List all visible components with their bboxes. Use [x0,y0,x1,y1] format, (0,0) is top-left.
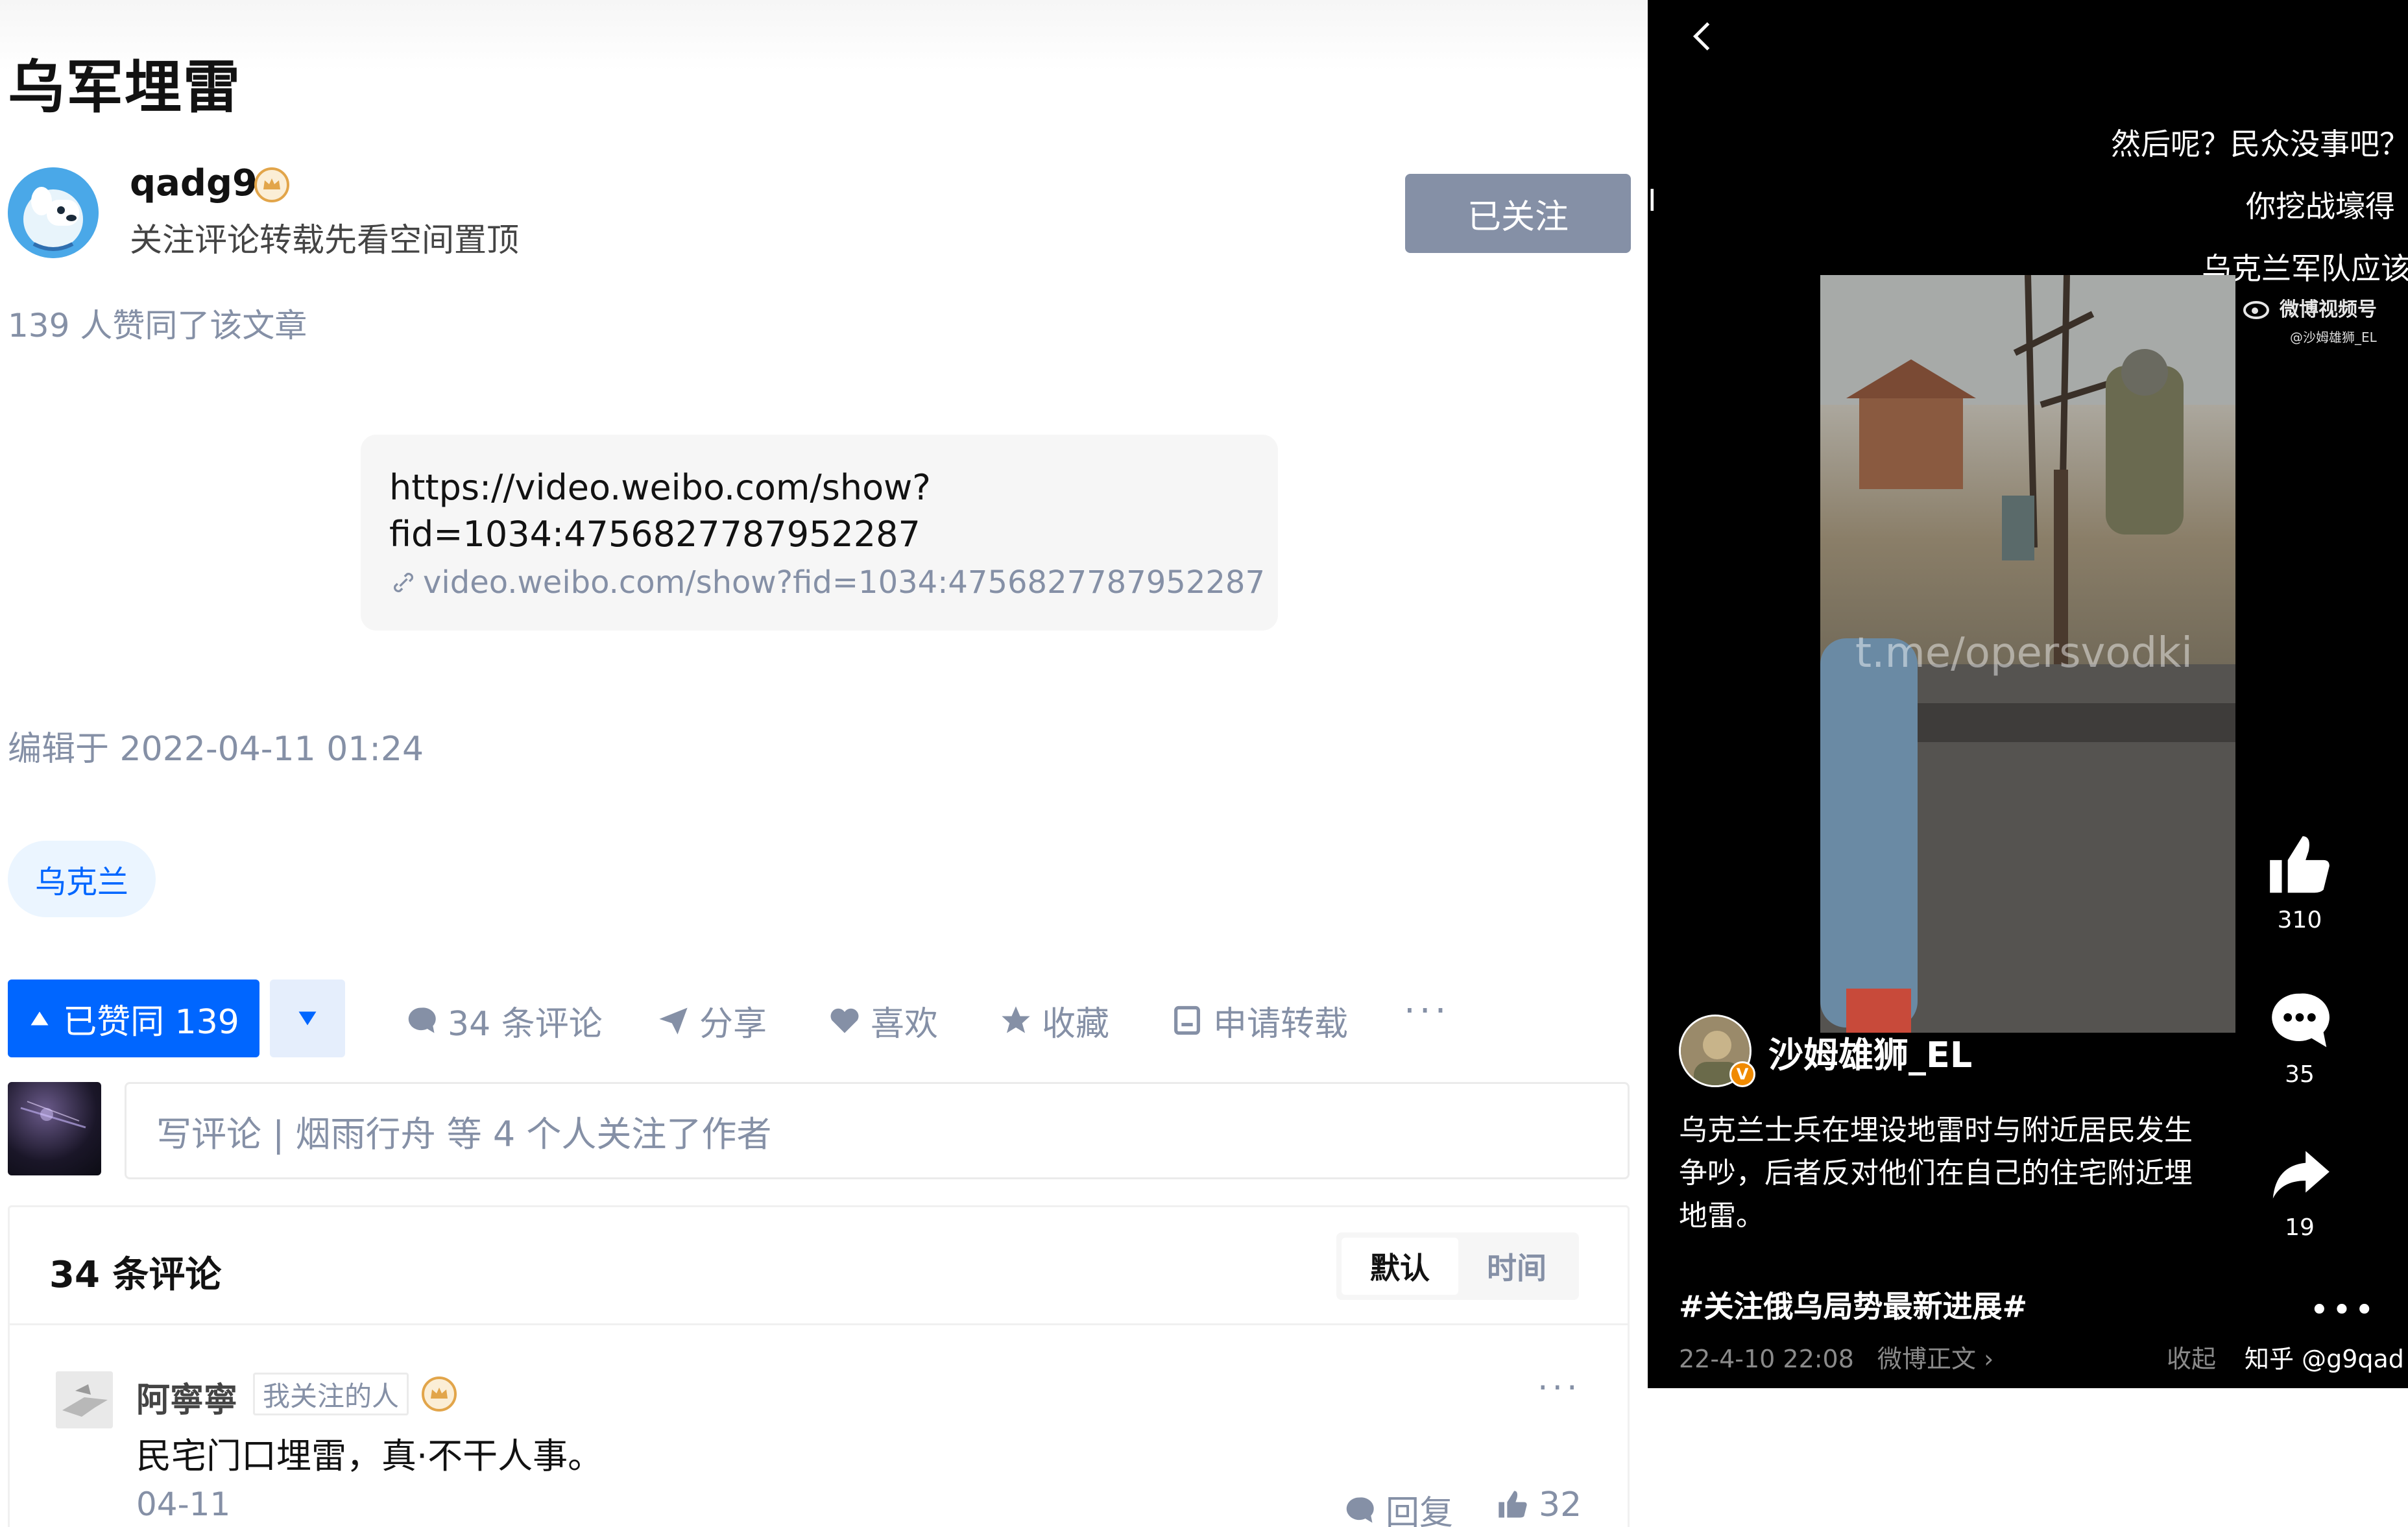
document-icon [1174,1005,1200,1035]
like-rail-count: 310 [2277,907,2322,933]
author-name[interactable]: qadg9 [130,162,258,204]
upvote-label: 已赞同 139 [63,1002,239,1042]
like-action[interactable]: 喜欢 [828,999,939,1044]
comment-input[interactable]: 写评论 | 烟雨行舟 等 4 个人关注了作者 [125,1082,1630,1179]
comment-input-placeholder: 写评论 | 烟雨行舟 等 4 个人关注了作者 [156,1113,772,1155]
comment-date: 04-11 [136,1485,231,1523]
weibo-video-watermark: 微博视频号 [2242,293,2377,322]
share-action[interactable]: 分享 [656,999,767,1044]
collect-action[interactable]: 收藏 [999,999,1110,1044]
comment-rail-count: 35 [2285,1061,2315,1088]
comment-more-button[interactable]: ··· [1537,1369,1582,1408]
back-button[interactable] [1684,17,1723,58]
crown-badge-icon [422,1377,457,1412]
share-rail-count: 19 [2285,1214,2315,1241]
downvote-button[interactable] [270,980,345,1057]
collect-action-label: 收藏 [1042,1004,1110,1044]
comment-text: 民宅门口埋雷，真·不干人事。 [136,1436,603,1476]
comment-author-name[interactable]: 阿寧寧 [136,1373,237,1421]
link-card-line1: https://video.weibo.com/show? [389,467,931,508]
comment-sort-tabs: 默认 时间 [1336,1232,1579,1300]
more-actions-button[interactable]: ··· [1404,990,1450,1032]
comment-like-count: 32 [1539,1485,1582,1524]
video-meta: 22-4-10 22:08 微博正文 › [1679,1339,1993,1375]
share-action-label: 分享 [699,1004,767,1044]
sort-default-tab[interactable]: 默认 [1342,1238,1458,1295]
watermark-text: 微博视频号 [2280,298,2377,321]
poster-name[interactable]: 沙姆雄狮_EL [1768,1026,1972,1077]
article-title: 乌军埋雷 [8,54,242,121]
link-icon [394,573,413,592]
topic-tag[interactable]: 乌克兰 [8,841,156,917]
source-link[interactable]: 微博正文 › [1877,1345,1993,1373]
stray-mark: I [1648,183,1657,218]
like-summary: 139 人赞同了该文章 [8,307,307,344]
sort-time-tab[interactable]: 时间 [1458,1238,1575,1295]
follow-button[interactable]: 已关注 [1405,174,1631,253]
link-card-line2: fid=1034:4756827787952287 [389,514,921,555]
video-overlay-text: t.me/opersvodki [1855,629,2193,677]
top-fade [0,0,1648,71]
current-user-avatar [8,1082,101,1175]
edit-time: 编辑于 2022-04-11 01:24 [8,730,424,769]
comment-bubble-icon [408,1007,436,1033]
author-bio: 关注评论转载先看空间置顶 [130,221,519,259]
like-rail-button[interactable] [2264,830,2335,904]
zhihu-article-panel: 乌军埋雷 qadg9 关注评论转载先看空间置顶 已关注 139 人赞同了该文章 … [0,0,1648,1527]
weibo-eye-icon [2243,301,2269,319]
link-card[interactable]: https://video.weibo.com/show? fid=1034:4… [361,435,1278,631]
triangle-down-icon [298,1011,317,1026]
comments-title: 34 条评论 [49,1254,222,1296]
video-description: 乌克兰士兵在埋设地雷时与附近居民发生争吵，后者反对他们在自己的住宅附近埋地雷。 [1679,1114,2193,1232]
video-more-button[interactable]: ••• [2309,1291,2377,1330]
video-time: 22-4-10 22:08 [1679,1345,1854,1373]
danmaku-line-2: 你挖战壕得 [2246,189,2395,224]
comment-author-avatar[interactable] [56,1371,113,1428]
paper-plane-icon [659,1007,688,1035]
comment-reply-button[interactable]: 回复 [1343,1485,1453,1527]
crown-badge-icon [254,167,289,202]
comments-action-label: 34 条评论 [448,1004,603,1044]
comment-author-tag: 我关注的人 [253,1373,409,1415]
share-rail-button[interactable] [2264,1139,2335,1213]
author-avatar[interactable] [8,167,99,258]
video-hashtag[interactable]: #关注俄乌局势最新进展# [1679,1283,2027,1326]
triangle-up-icon [30,1011,49,1026]
zhihu-watermark: 知乎 @g9qad [2245,1345,2404,1373]
speech-bubble-icon [2272,993,2330,1048]
share-arrow-icon [2272,1151,2330,1199]
thumbs-up-icon [1499,1491,1527,1518]
chevron-left-icon [1692,22,1710,51]
like-action-label: 喜欢 [871,1004,939,1044]
danmaku-line-1: 然后呢？民众没事吧？ [2111,126,2408,162]
repost-action-label: 申请转载 [1213,1004,1349,1044]
link-card-short-url: video.weibo.com/show?fid=1034:4756827787… [423,564,1265,601]
comment-bubble-icon [1346,1497,1374,1522]
comment-like-button[interactable]: 32 [1496,1485,1582,1524]
weibo-video-panel: 然后呢？民众没事吧？ 你挖战壕得 乌克兰军队应该 I 微博视频号 @沙姆雄狮_E… [1648,0,2408,1388]
star-icon [1002,1006,1030,1033]
comments-action[interactable]: 34 条评论 [405,999,603,1044]
heart-icon [830,1008,859,1033]
watermark-subtext: @沙姆雄狮_EL [2290,330,2377,345]
repost-action[interactable]: 申请转载 [1170,999,1349,1044]
collapse-button[interactable]: 收起 [2167,1339,2216,1375]
thumbs-up-icon [2270,836,2330,893]
comment-rail-button[interactable] [2264,985,2335,1059]
verified-badge: V [1729,1061,1755,1087]
link-card-url: video.weibo.com/show?fid=1034:4756827787… [389,564,1265,601]
right-blank-area [1648,1388,2408,1527]
upvote-button[interactable]: 已赞同 139 [8,980,259,1057]
comments-divider [8,1323,1630,1325]
comment-reply-label: 回复 [1386,1494,1454,1527]
